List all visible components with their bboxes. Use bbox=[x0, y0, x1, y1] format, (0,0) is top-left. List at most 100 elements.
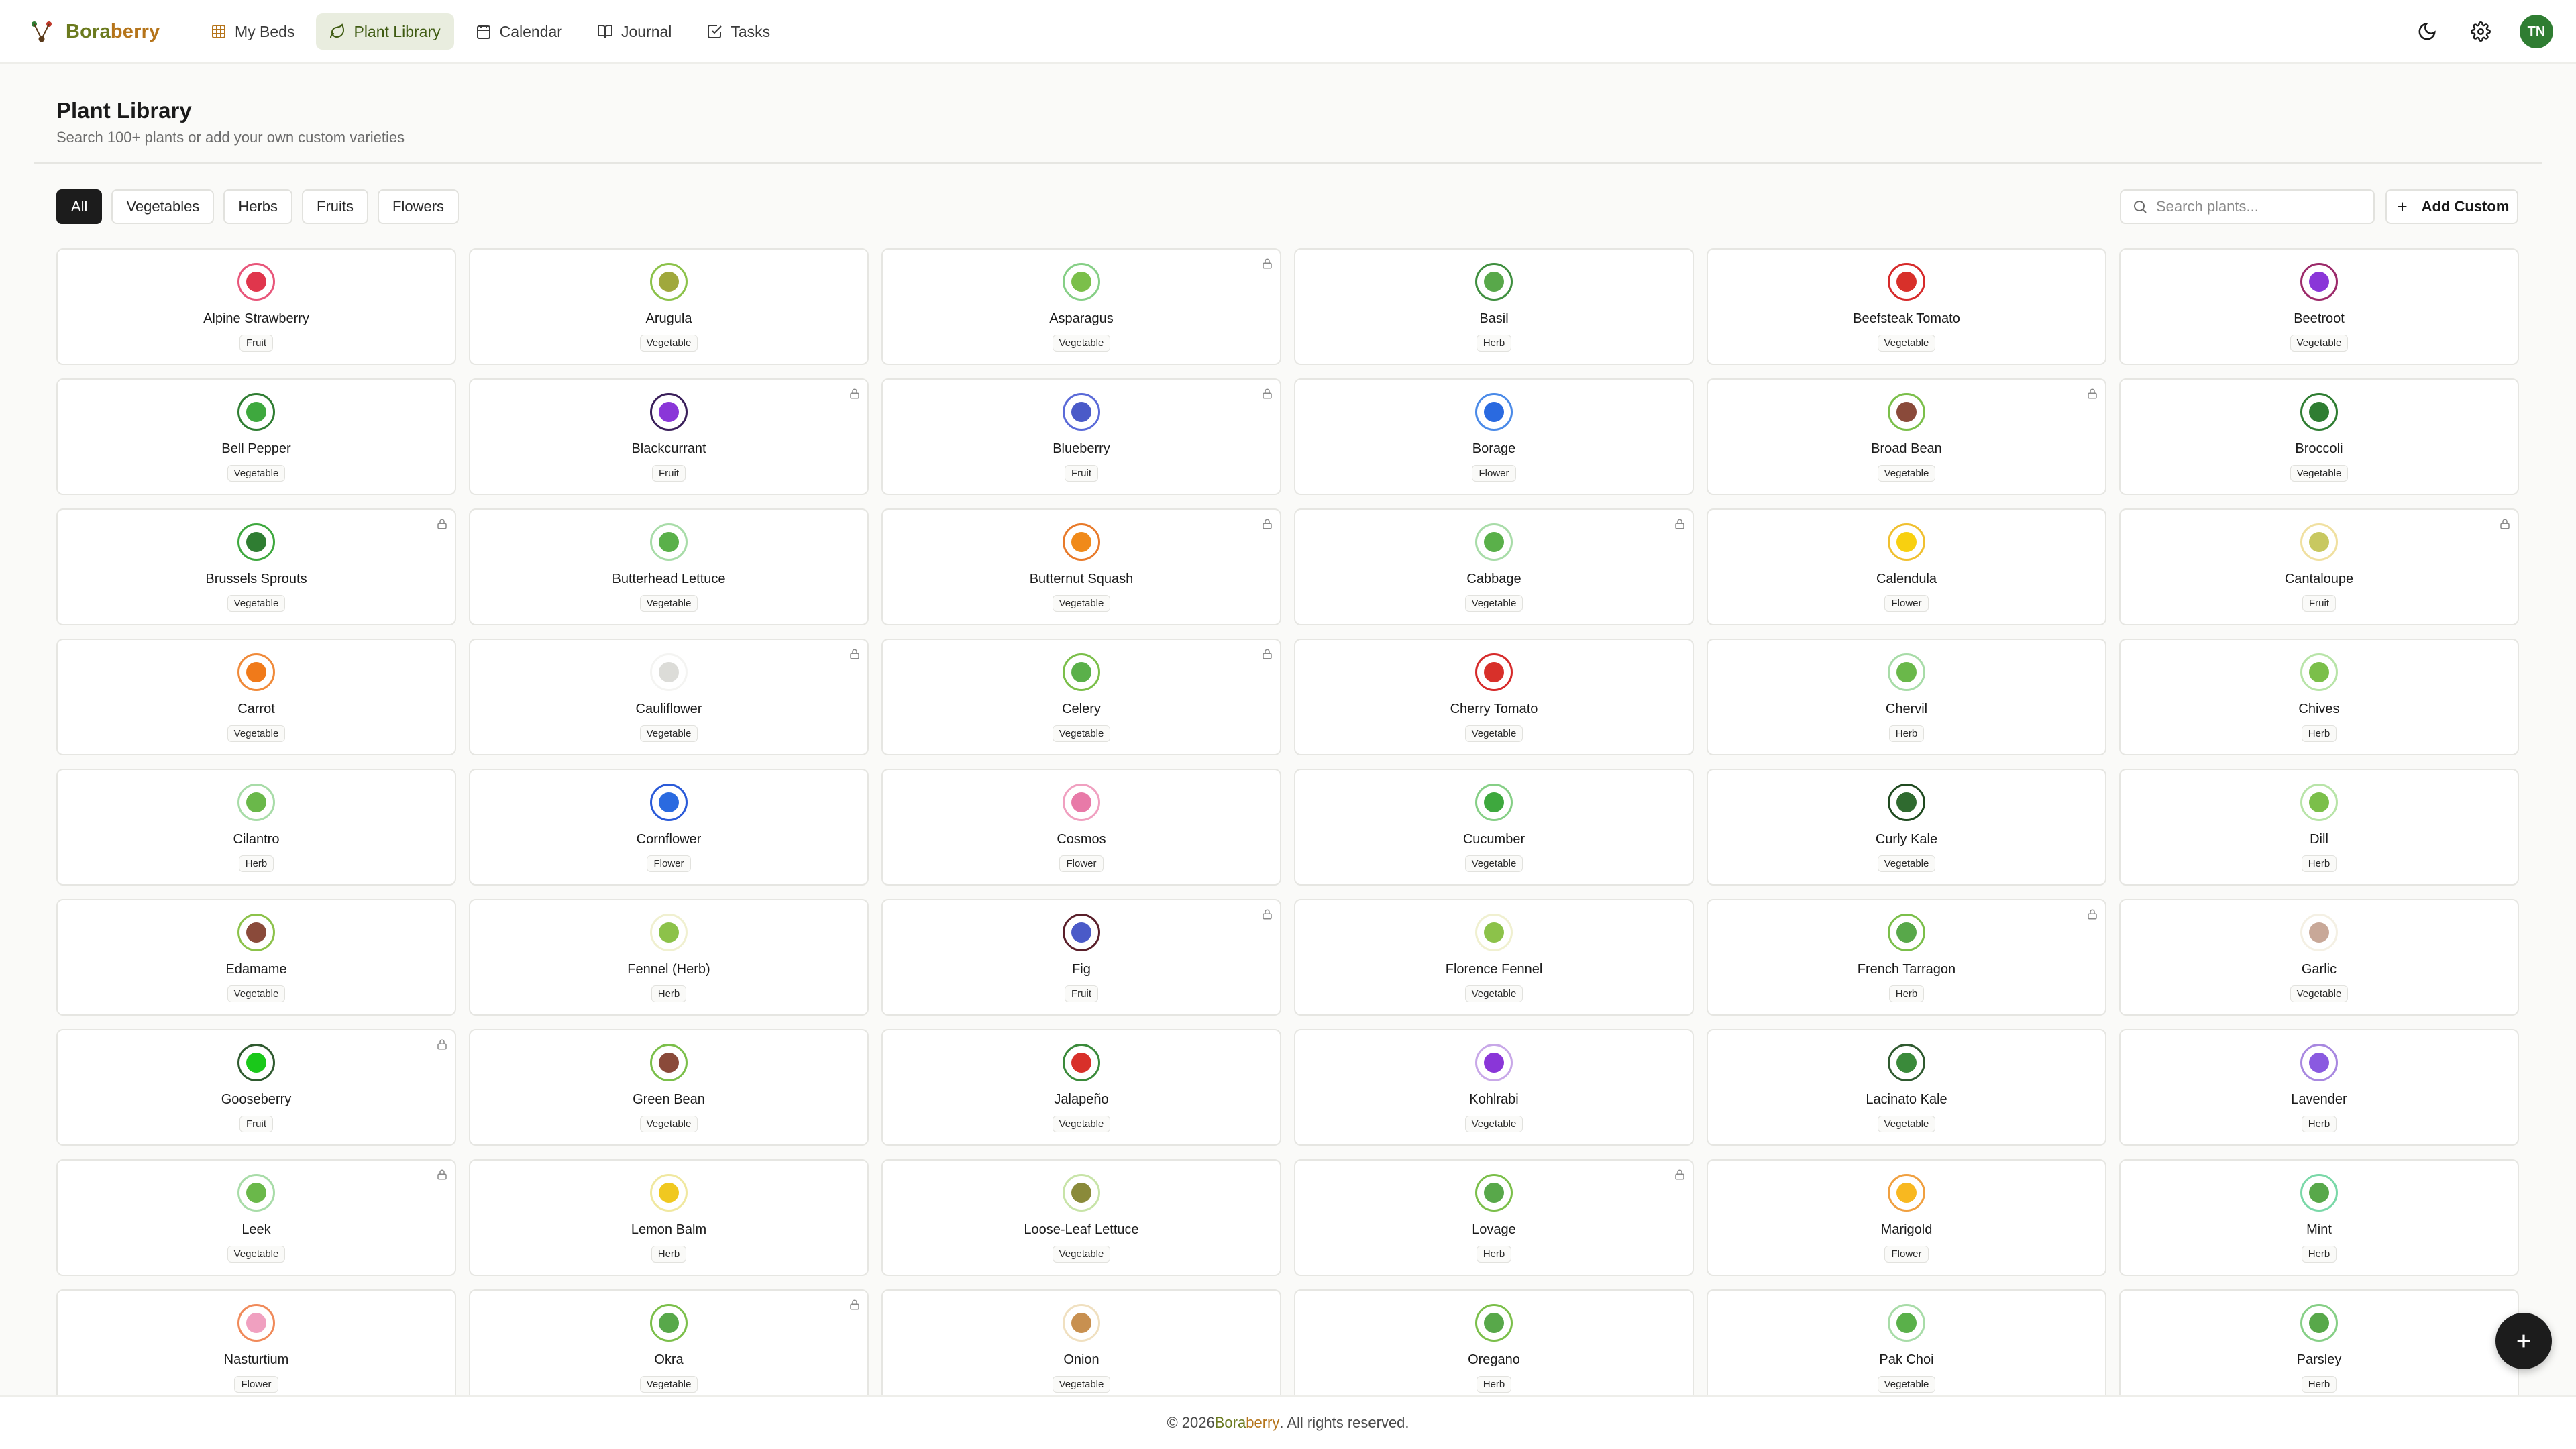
filter-vegetables[interactable]: Vegetables bbox=[111, 189, 215, 224]
plant-card[interactable]: Basil Herb bbox=[1294, 248, 1694, 365]
plant-card[interactable]: Parsley Herb bbox=[2119, 1289, 2519, 1406]
lock-icon bbox=[2086, 388, 2098, 400]
plant-card[interactable]: Alpine Strawberry Fruit bbox=[56, 248, 456, 365]
plant-name: Calendula bbox=[1876, 572, 1937, 586]
nav-journal[interactable]: Journal bbox=[584, 13, 685, 50]
plant-card[interactable]: Gooseberry Fruit bbox=[56, 1029, 456, 1146]
plant-card[interactable]: Fennel (Herb) Herb bbox=[469, 899, 869, 1016]
page-subtitle: Search 100+ plants or add your own custo… bbox=[56, 129, 405, 146]
plant-card[interactable]: Beetroot Vegetable bbox=[2119, 248, 2519, 365]
plant-card[interactable]: Lemon Balm Herb bbox=[469, 1159, 869, 1276]
brand[interactable]: Boraberry bbox=[28, 16, 160, 47]
plant-name: Fig bbox=[1072, 962, 1091, 977]
plant-card[interactable]: Mint Herb bbox=[2119, 1159, 2519, 1276]
plant-card[interactable]: Cantaloupe Fruit bbox=[2119, 508, 2519, 625]
plant-card[interactable]: Butterhead Lettuce Vegetable bbox=[469, 508, 869, 625]
plant-card[interactable]: Chervil Herb bbox=[1707, 639, 2106, 755]
plant-name: Blueberry bbox=[1053, 441, 1110, 456]
search-input[interactable] bbox=[2156, 198, 2357, 215]
plant-icon bbox=[2300, 784, 2338, 821]
plant-card[interactable]: Cosmos Flower bbox=[881, 769, 1281, 885]
plant-name: Cantaloupe bbox=[2284, 572, 2354, 586]
plant-icon-fill bbox=[659, 402, 679, 422]
plant-name: Leek bbox=[241, 1222, 271, 1237]
filter-fruits[interactable]: Fruits bbox=[302, 189, 369, 224]
plant-card[interactable]: Nasturtium Flower bbox=[56, 1289, 456, 1406]
plant-type-badge: Vegetable bbox=[227, 985, 286, 1002]
nav-tasks[interactable]: Tasks bbox=[693, 13, 784, 50]
plant-card[interactable]: Celery Vegetable bbox=[881, 639, 1281, 755]
plant-card[interactable]: Loose-Leaf Lettuce Vegetable bbox=[881, 1159, 1281, 1276]
add-custom-button[interactable]: Add Custom bbox=[2385, 189, 2518, 224]
filter-flowers[interactable]: Flowers bbox=[378, 189, 460, 224]
plant-card[interactable]: Beefsteak Tomato Vegetable bbox=[1707, 248, 2106, 365]
plant-card[interactable]: Bell Pepper Vegetable bbox=[56, 378, 456, 495]
plant-card[interactable]: Lovage Herb bbox=[1294, 1159, 1694, 1276]
plant-card[interactable]: Cornflower Flower bbox=[469, 769, 869, 885]
plant-card[interactable]: Cauliflower Vegetable bbox=[469, 639, 869, 755]
plant-icon bbox=[1475, 1044, 1513, 1081]
plant-icon-fill bbox=[1071, 272, 1091, 292]
plant-card[interactable]: Curly Kale Vegetable bbox=[1707, 769, 2106, 885]
plant-card[interactable]: Butternut Squash Vegetable bbox=[881, 508, 1281, 625]
plant-card[interactable]: Arugula Vegetable bbox=[469, 248, 869, 365]
plant-card[interactable]: Edamame Vegetable bbox=[56, 899, 456, 1016]
plant-card[interactable]: Carrot Vegetable bbox=[56, 639, 456, 755]
plant-icon bbox=[1063, 393, 1100, 431]
plant-card[interactable]: Florence Fennel Vegetable bbox=[1294, 899, 1694, 1016]
theme-toggle-button[interactable] bbox=[2412, 17, 2442, 46]
plant-card[interactable]: Leek Vegetable bbox=[56, 1159, 456, 1276]
plant-icon-fill bbox=[1484, 922, 1504, 943]
plant-type-badge: Vegetable bbox=[1464, 595, 1523, 612]
user-avatar[interactable]: TN bbox=[2520, 15, 2553, 48]
plant-card[interactable]: Blackcurrant Fruit bbox=[469, 378, 869, 495]
plant-type-badge: Vegetable bbox=[1052, 1116, 1111, 1132]
plant-card[interactable]: Cabbage Vegetable bbox=[1294, 508, 1694, 625]
nav-calendar[interactable]: Calendar bbox=[462, 13, 576, 50]
plant-card[interactable]: Chives Herb bbox=[2119, 639, 2519, 755]
plant-card[interactable]: Kohlrabi Vegetable bbox=[1294, 1029, 1694, 1146]
plant-card[interactable]: Blueberry Fruit bbox=[881, 378, 1281, 495]
plant-icon-fill bbox=[2309, 1183, 2329, 1203]
plant-card[interactable]: Brussels Sprouts Vegetable bbox=[56, 508, 456, 625]
nav-plant-library[interactable]: Plant Library bbox=[316, 13, 454, 50]
plant-name: Beetroot bbox=[2294, 311, 2345, 326]
plant-card[interactable]: Pak Choi Vegetable bbox=[1707, 1289, 2106, 1406]
plant-icon-fill bbox=[2309, 922, 2329, 943]
plant-type-badge: Herb bbox=[2301, 1376, 2337, 1393]
lock-icon bbox=[436, 1038, 448, 1051]
plant-card[interactable]: Lacinato Kale Vegetable bbox=[1707, 1029, 2106, 1146]
settings-button[interactable] bbox=[2466, 17, 2496, 46]
plant-icon bbox=[2300, 914, 2338, 951]
plant-card[interactable]: French Tarragon Herb bbox=[1707, 899, 2106, 1016]
plant-card[interactable]: Onion Vegetable bbox=[881, 1289, 1281, 1406]
plant-card[interactable]: Calendula Flower bbox=[1707, 508, 2106, 625]
nav-label: My Beds bbox=[235, 22, 295, 40]
plant-type-badge: Herb bbox=[651, 1246, 687, 1263]
plant-card[interactable]: Lavender Herb bbox=[2119, 1029, 2519, 1146]
plant-card[interactable]: Broccoli Vegetable bbox=[2119, 378, 2519, 495]
filter-herbs[interactable]: Herbs bbox=[223, 189, 293, 224]
plant-name: Lacinato Kale bbox=[1866, 1092, 1947, 1107]
plant-card[interactable]: Jalapeño Vegetable bbox=[881, 1029, 1281, 1146]
plant-type-badge: Vegetable bbox=[227, 595, 286, 612]
plant-type-badge: Vegetable bbox=[2290, 465, 2349, 482]
add-plant-fab-button[interactable] bbox=[2496, 1313, 2552, 1369]
search-box[interactable] bbox=[2120, 189, 2375, 224]
plant-card[interactable]: Oregano Herb bbox=[1294, 1289, 1694, 1406]
plant-card[interactable]: Broad Bean Vegetable bbox=[1707, 378, 2106, 495]
plant-card[interactable]: Green Bean Vegetable bbox=[469, 1029, 869, 1146]
plant-card[interactable]: Fig Fruit bbox=[881, 899, 1281, 1016]
plant-card[interactable]: Okra Vegetable bbox=[469, 1289, 869, 1406]
plant-card[interactable]: Cherry Tomato Vegetable bbox=[1294, 639, 1694, 755]
plant-card[interactable]: Marigold Flower bbox=[1707, 1159, 2106, 1276]
plant-card[interactable]: Borage Flower bbox=[1294, 378, 1694, 495]
plant-card[interactable]: Dill Herb bbox=[2119, 769, 2519, 885]
filter-all[interactable]: All bbox=[56, 189, 103, 224]
plant-card[interactable]: Garlic Vegetable bbox=[2119, 899, 2519, 1016]
nav-my-beds[interactable]: My Beds bbox=[197, 13, 308, 50]
plant-icon bbox=[1063, 1044, 1100, 1081]
plant-card[interactable]: Asparagus Vegetable bbox=[881, 248, 1281, 365]
plant-card[interactable]: Cucumber Vegetable bbox=[1294, 769, 1694, 885]
plant-card[interactable]: Cilantro Herb bbox=[56, 769, 456, 885]
